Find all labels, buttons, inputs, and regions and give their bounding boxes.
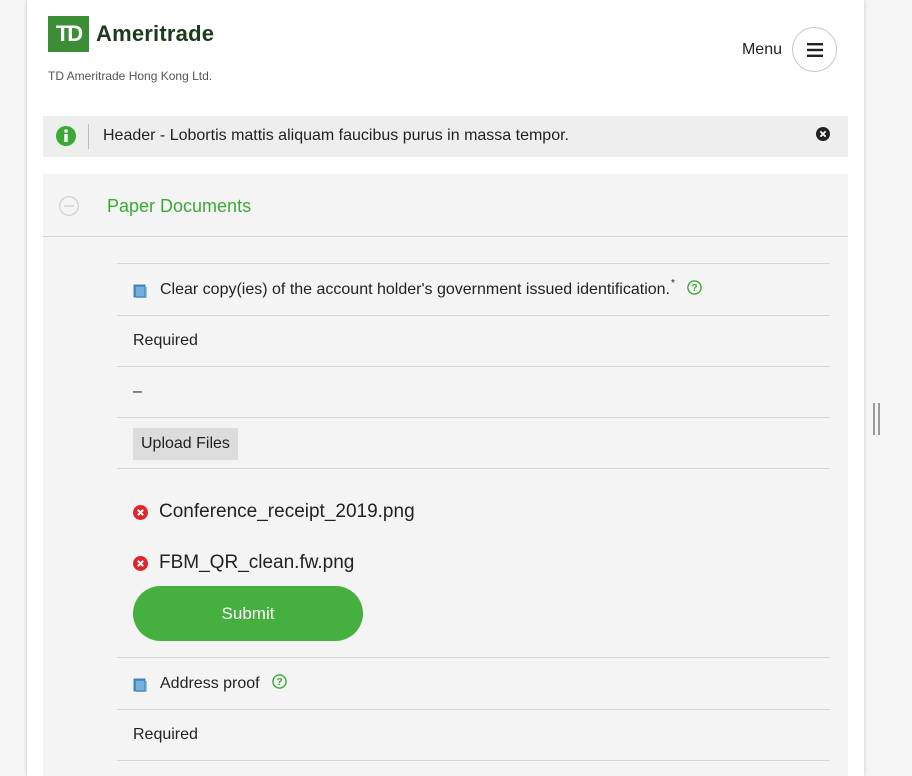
uploaded-file: Conference_receipt_2019.png <box>133 501 415 523</box>
hamburger-icon <box>806 42 823 57</box>
upload-files-button[interactable]: Upload Files <box>133 428 238 460</box>
collapse-icon[interactable] <box>59 196 79 216</box>
document-value: – <box>133 383 142 400</box>
alert-divider <box>88 124 89 149</box>
header-alert: Header - Lobortis mattis aliquam faucibu… <box>43 116 848 157</box>
document-label: Address proof <box>160 675 260 692</box>
file-name: Conference_receipt_2019.png <box>159 501 415 522</box>
remove-file-icon[interactable] <box>133 555 148 571</box>
document-row-identification: Clear copy(ies) of the account holder's … <box>117 263 830 315</box>
required-marker: * <box>671 278 675 289</box>
remove-file-icon[interactable] <box>133 504 148 520</box>
uploaded-file: FBM_QR_clean.fw.png <box>133 552 354 574</box>
td-logo-mark-text: TD <box>55 21 83 46</box>
page-card: TD Ameritrade TD Ameritrade Hong Kong Lt… <box>27 0 864 776</box>
document-value-row: – <box>117 366 830 417</box>
menu-label: Menu <box>741 40 782 58</box>
info-icon <box>56 126 76 146</box>
subsidiary-name: TD Ameritrade Hong Kong Ltd. <box>48 69 213 83</box>
help-icon[interactable]: ? <box>272 674 287 689</box>
document-icon <box>133 284 147 298</box>
section-header[interactable]: Paper Documents <box>43 174 848 237</box>
required-status: Required <box>133 726 198 743</box>
menu-button[interactable] <box>792 27 837 72</box>
document-status-row: Required <box>117 315 830 366</box>
upload-row: Upload Files <box>117 417 830 468</box>
resize-handle[interactable] <box>873 403 881 435</box>
submit-button[interactable]: Submit <box>133 586 363 641</box>
alert-text: Header - Lobortis mattis aliquam faucibu… <box>103 127 569 144</box>
td-ameritrade-logo[interactable]: TD Ameritrade <box>48 16 214 52</box>
document-icon <box>133 678 147 692</box>
paper-documents-section: Paper Documents Clear copy(ies) of the a… <box>43 174 848 776</box>
svg-text:?: ? <box>276 677 282 688</box>
document-label: Clear copy(ies) of the account holder's … <box>160 281 670 298</box>
document-row-address-proof: Address proof ? <box>117 657 830 709</box>
logo-name: Ameritrade <box>96 21 215 46</box>
required-status: Required <box>133 332 198 349</box>
td-logo-mark: TD <box>48 16 89 52</box>
menu-toggle[interactable]: Menu <box>742 27 837 72</box>
document-status-row: Required <box>117 709 830 760</box>
close-icon[interactable] <box>816 127 830 141</box>
file-name: FBM_QR_clean.fw.png <box>159 552 355 573</box>
help-icon[interactable]: ? <box>687 280 702 295</box>
section-title: Paper Documents <box>107 196 252 216</box>
svg-text:?: ? <box>691 283 697 294</box>
document-value-row <box>117 760 830 776</box>
